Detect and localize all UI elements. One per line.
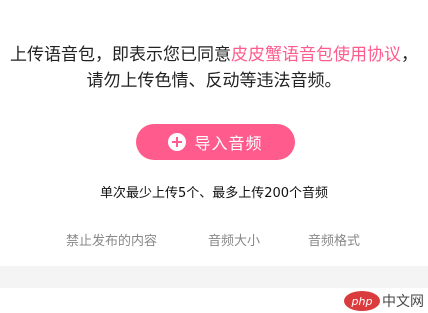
tab-audio-format[interactable]: 音频格式 bbox=[308, 230, 360, 249]
agreement-line-2: 请勿上传色情、反动等违法音频。 bbox=[86, 71, 342, 91]
agreement-text: 上传语音包，即表示您已同意皮皮蟹语音包使用协议， 请勿上传色情、反动等违法音频。 bbox=[0, 42, 428, 94]
import-audio-button[interactable]: 导入音频 bbox=[136, 124, 295, 160]
info-tabs: 禁止发布的内容 音频大小 音频格式 bbox=[0, 230, 428, 250]
tab-audio-size[interactable]: 音频大小 bbox=[208, 230, 260, 249]
plus-icon bbox=[168, 133, 187, 151]
watermark: php 中文网 bbox=[344, 291, 424, 311]
bottom-divider-band bbox=[0, 266, 428, 288]
agreement-suffix: ， bbox=[401, 45, 418, 65]
upload-limit-note: 单次最少上传5个、最多上传200个音频 bbox=[99, 186, 329, 201]
agreement-prefix: 上传语音包，即表示您已同意 bbox=[10, 45, 231, 65]
watermark-site-text: 中文网 bbox=[382, 294, 424, 310]
import-audio-label: 导入音频 bbox=[194, 134, 263, 153]
agreement-line-1: 上传语音包，即表示您已同意皮皮蟹语音包使用协议， bbox=[0, 42, 428, 68]
usage-agreement-link[interactable]: 皮皮蟹语音包使用协议 bbox=[231, 45, 401, 65]
tab-forbidden-content[interactable]: 禁止发布的内容 bbox=[66, 230, 157, 249]
php-logo: php bbox=[344, 291, 380, 311]
